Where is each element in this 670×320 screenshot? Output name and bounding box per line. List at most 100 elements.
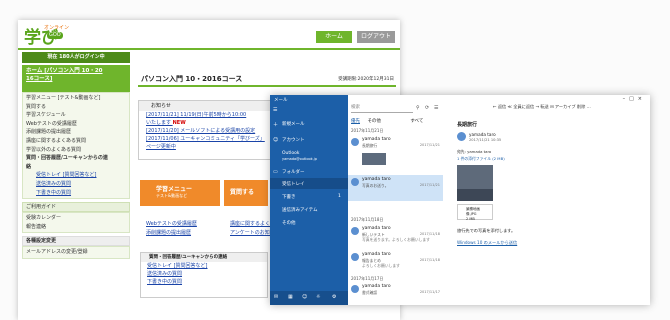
attachment-summary[interactable]: 1 件の添付ファイル (2 MB) — [457, 156, 505, 162]
folders-button[interactable]: フォルダー — [282, 169, 305, 175]
sidebar-item-web-test-history[interactable]: Webテストの受講履歴 — [26, 120, 126, 129]
qa-box-title: 質問・回答履歴/ユーキャンからの連絡 — [141, 253, 267, 262]
tab-other[interactable]: その他 — [367, 119, 381, 124]
reading-pane: –□× ← 返信 ≪ 全員に返信 → 転送 ⊟ アーカイブ 削除 … 長期旅行 … — [443, 95, 650, 305]
message-subject: 書式確認 — [362, 290, 378, 295]
sidebar-item-email-settings[interactable]: メールアドレスの変更/登録 — [26, 248, 126, 257]
reading-body-line: 旅行先での写真を添付します。 — [457, 228, 516, 233]
mail-nav-pane: メール ☰ ＋ 新規メール ☺ アカウント Outlook yamada@out… — [270, 95, 348, 305]
folder-more[interactable]: その他 — [282, 220, 296, 226]
search-input[interactable]: 検索 — [351, 104, 413, 113]
sync-icon[interactable]: ⟳ — [425, 105, 429, 111]
sidebar-item-sent[interactable]: 送信済みの質問 — [26, 180, 126, 189]
message-subject: 長期旅行 — [362, 143, 378, 148]
attachment-size: 2 MB — [466, 217, 475, 221]
tab-focused[interactable]: 優先 — [351, 119, 360, 124]
avatar — [351, 178, 359, 186]
message-from: yamada taro — [362, 177, 391, 182]
folder-sent[interactable]: 送信済みアイテム — [282, 207, 318, 213]
sidebar-item-ask[interactable]: 質問する — [26, 103, 126, 112]
attached-image[interactable] — [457, 165, 493, 201]
new-mail-button[interactable]: 新規メール — [282, 121, 305, 127]
link-survey[interactable]: アンケートのお知ら — [230, 229, 275, 236]
message-date: 2017/11/18 — [419, 258, 440, 262]
home-course-link[interactable]: ホーム [パソコン入門 10・20 16コース] — [22, 65, 130, 92]
mail-app-window: メール ☰ ＋ 新規メール ☺ アカウント Outlook yamada@out… — [270, 95, 650, 305]
sidebar-item-calendar[interactable]: 受験カレンダー — [26, 214, 126, 223]
sidebar-item-report[interactable]: 報告連絡 — [26, 223, 126, 232]
sidebar-item-drafts[interactable]: 下書き中の質問 — [26, 189, 126, 198]
settings-icon[interactable]: ⚙ — [332, 294, 336, 300]
message-date: 2017/11/21 — [419, 143, 440, 147]
reading-toolbar[interactable]: ← 返信 ≪ 全員に返信 → 転送 ⊟ アーカイブ 削除 … — [493, 104, 591, 110]
login-count: 現在 180人がログイン中 — [22, 52, 130, 63]
list-item[interactable]: yamada taro 新しいテスト 写真を送ります。よろしくお願いします 20… — [348, 224, 443, 250]
list-item[interactable]: yamada taro 長期旅行 2017/11/21 — [348, 135, 443, 173]
date-group-header: 2017年11月21日 — [351, 128, 384, 133]
sidebar-item-assignment-history[interactable]: 添削課題の提出履歴 — [26, 128, 126, 137]
home-button[interactable]: ホーム — [316, 31, 352, 43]
drafts-count: 1 — [338, 194, 341, 199]
calendar-icon[interactable]: ▦ — [288, 294, 293, 300]
learning-menu-button[interactable]: 学習メニュー テスト&動画など — [140, 180, 220, 206]
feedback-icon[interactable]: ☼ — [316, 294, 320, 300]
filter-dropdown[interactable]: すべて — [410, 119, 423, 124]
sidebar: 現在 180人がログイン中 ホーム [パソコン入門 10・20 16コース] 学… — [22, 52, 130, 320]
attachment-file[interactable]: 景勝地画像.JPG 2 MB — [457, 204, 493, 221]
settings-list: メールアドレスの変更/登録 — [22, 246, 130, 259]
link-web-test-history[interactable]: Webテストの受講履歴 — [146, 220, 197, 227]
title-divider — [138, 85, 396, 87]
sidebar-item-general-faq[interactable]: 学習以外のよくある質問 — [26, 146, 126, 155]
window-controls[interactable]: –□× — [623, 96, 646, 102]
link-course-faq[interactable]: 講座に関するよくあ — [230, 220, 275, 227]
folder-icon[interactable]: ▭ — [273, 169, 278, 175]
logo-subtitle: オンライン — [44, 25, 70, 31]
people-icon[interactable]: ☺ — [302, 294, 307, 300]
sidebar-item-schedule[interactable]: 学習スケジュール — [26, 111, 126, 120]
message-from: yamada taro — [362, 226, 391, 231]
site-header: 学び オンライン GOO ホーム ログアウト — [18, 20, 400, 48]
folder-inbox[interactable]: 受信トレイ — [282, 181, 305, 187]
avatar — [351, 253, 359, 261]
learning-menu-button-sub: テスト&動画など — [156, 193, 188, 198]
reading-to: 宛先: yamada taro — [457, 149, 492, 154]
attachment-name: 景勝地画像.JPG — [466, 207, 480, 216]
sidebar-menu: 学習メニュー [テスト&動画など] 質問する 学習スケジュール Webテストの受… — [22, 92, 130, 200]
avatar — [351, 285, 359, 293]
qa-box: 質問・回答履歴/ユーキャンからの連絡 受信トレイ [質問回答など] 送信済みの質… — [140, 252, 268, 298]
notice-item-text: いたします — [146, 120, 172, 126]
folder-drafts[interactable]: 下書き — [282, 194, 296, 200]
logout-button[interactable]: ログアウト — [357, 31, 395, 43]
reading-signature[interactable]: Windows 10 のメールから送信 — [457, 240, 517, 246]
account-email: yamada@outlook.jp — [282, 157, 317, 161]
qa-link-drafts[interactable]: 下書き中の質問 — [141, 278, 267, 286]
account-outlook[interactable]: Outlook — [282, 151, 300, 156]
message-date: 2017/11/17 — [419, 290, 440, 294]
message-from: yamada taro — [362, 137, 391, 142]
home-course-line2: 16コース] — [26, 76, 53, 82]
select-icon[interactable]: ☰ — [434, 105, 438, 111]
compose-icon[interactable]: ＋ — [273, 121, 278, 128]
link-assignment-history[interactable]: 添削課題の提出履歴 — [146, 229, 191, 236]
mail-icon[interactable]: ✉ — [274, 294, 278, 300]
reading-from: yamada taro — [469, 132, 496, 137]
menu-icon[interactable]: ☰ — [273, 107, 277, 113]
logo-badge: GOO — [47, 32, 63, 39]
accounts-button[interactable]: アカウント — [282, 137, 305, 143]
qa-link-sent[interactable]: 送信済みの質問 — [141, 270, 267, 278]
sidebar-item-qa-history-cont: 絡 — [26, 163, 32, 170]
search-icon[interactable]: ⚲ — [416, 105, 420, 111]
sidebar-item-inbox[interactable]: 受信トレイ [質問回答など] — [26, 171, 126, 180]
sidebar-item-qa-history[interactable]: 質問・回答履歴/ユーキャンからの連 — [26, 154, 126, 163]
qa-link-inbox[interactable]: 受信トレイ [質問回答など] — [141, 262, 267, 270]
header-divider — [18, 48, 400, 50]
ask-question-button[interactable]: 質問する — [224, 180, 268, 206]
list-item[interactable]: yamada taro 写真のお送り。 2017/11/21 — [348, 175, 443, 201]
sidebar-item-course-faq[interactable]: 講座に関するよくある質問 — [26, 137, 126, 146]
person-icon[interactable]: ☺ — [273, 137, 278, 143]
list-item[interactable]: yamada taro 書式確認 2017/11/17 — [348, 282, 443, 305]
reading-date: 2017/11/21 10:35 — [469, 138, 502, 142]
sidebar-item-learning-menu[interactable]: 学習メニュー [テスト&動画など] — [26, 94, 126, 103]
list-item[interactable]: yamada taro 報告まとめ よろしくお願いします 2017/11/18 — [348, 250, 443, 276]
avatar — [457, 132, 466, 141]
